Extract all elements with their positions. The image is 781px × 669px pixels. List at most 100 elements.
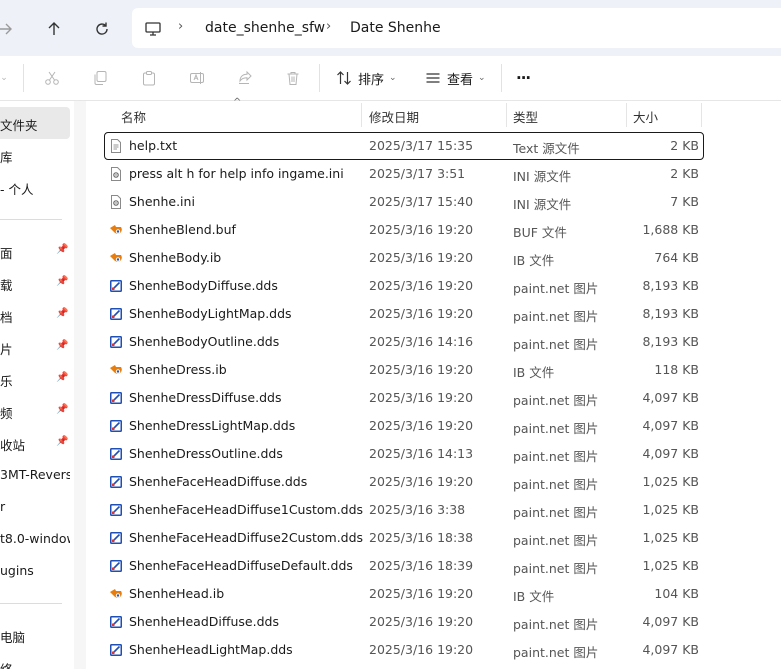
file-row[interactable]: press alt h for help info ingame.ini 2025… — [105, 161, 703, 187]
delete-icon[interactable] — [283, 68, 303, 88]
file-row[interactable]: help.txt 2025/3/17 15:35 Text 源文件 2 KB — [104, 132, 704, 160]
file-modified-date: 2025/3/16 18:38 — [369, 530, 474, 545]
file-modified-date: 2025/3/16 19:20 — [369, 278, 474, 293]
rename-icon[interactable] — [187, 68, 207, 88]
file-row[interactable]: ShenheFaceHeadDiffuse1Custom.dds 2025/3/1… — [105, 497, 703, 523]
sidebar-item-videos[interactable]: 频 📌 — [0, 395, 70, 427]
column-divider[interactable] — [361, 103, 362, 127]
file-name: Shenhe.ini — [129, 194, 195, 209]
sidebar-item-library[interactable]: 库 — [0, 139, 70, 171]
pin-icon: 📌 — [56, 436, 69, 447]
file-row[interactable]: ShenheBodyLightMap.dds 2025/3/16 19:20 pai… — [105, 301, 703, 327]
file-size: 118 KB — [654, 362, 699, 377]
breadcrumb-item-date-shenhe[interactable]: Date Shenhe — [350, 20, 441, 36]
column-header-size[interactable]: 大小 — [633, 107, 658, 133]
file-type: paint.net 图片 — [513, 449, 599, 464]
sidebar-item-label: 载 — [0, 278, 13, 293]
paste-icon[interactable] — [139, 68, 159, 88]
share-icon[interactable] — [235, 68, 255, 88]
file-modified-date: 2025/3/16 19:20 — [369, 306, 474, 321]
sidebar-item-3mt-reverse[interactable]: 3MT-Reverse — [0, 459, 70, 491]
column-header-type[interactable]: 类型 — [513, 107, 538, 133]
this-pc-icon[interactable] — [142, 18, 164, 40]
file-row[interactable]: ShenheDress.ib 2025/3/16 19:20 IB 文件 118 KB — [105, 357, 703, 383]
sidebar-item-desktop[interactable]: 面 📌 — [0, 235, 70, 267]
copy-icon[interactable] — [90, 68, 110, 88]
sort-button[interactable]: 排序 ⌄ — [336, 68, 397, 88]
file-modified-date: 2025/3/16 19:20 — [369, 390, 474, 405]
sidebar-item-network[interactable]: 络 — [0, 651, 70, 669]
sidebar-item-this-pc[interactable]: 电脑 — [0, 619, 70, 651]
file-type: paint.net 图片 — [513, 421, 599, 436]
column-divider[interactable] — [626, 103, 627, 127]
up-arrow-icon[interactable] — [43, 18, 65, 40]
cut-icon[interactable] — [42, 68, 62, 88]
file-size: 2 KB — [670, 166, 699, 181]
sidebar-item-personal[interactable]: - 个人 — [0, 171, 70, 203]
pin-icon: 📌 — [56, 244, 69, 255]
file-type: paint.net 图片 — [513, 561, 599, 576]
column-divider[interactable] — [701, 103, 702, 127]
sidebar-item-downloads[interactable]: 载 📌 — [0, 267, 70, 299]
file-type: BUF 文件 — [513, 225, 567, 240]
sidebar-item-music[interactable]: 乐 📌 — [0, 363, 70, 395]
sidebar-item-folder[interactable]: 文件夹 — [0, 107, 70, 139]
divider — [23, 64, 24, 92]
sidebar-item-label: r — [0, 499, 6, 514]
column-header-modified[interactable]: 修改日期 — [369, 107, 419, 133]
sidebar-item-t8-window[interactable]: t8.0-window — [0, 523, 70, 555]
paintnet-file-icon — [109, 279, 123, 293]
pin-icon: 📌 — [56, 308, 69, 319]
sidebar-item-documents[interactable]: 档 📌 — [0, 299, 70, 331]
file-name: ShenheBodyLightMap.dds — [129, 306, 292, 321]
file-row[interactable]: ShenheDressDiffuse.dds 2025/3/16 19:20 pai… — [105, 385, 703, 411]
file-size: 4,097 KB — [642, 390, 699, 405]
sidebar-item-label: 库 — [0, 150, 13, 165]
sidebar-item-label: 面 — [0, 246, 13, 261]
file-row[interactable]: ShenheFaceHeadDiffuse2Custom.dds 2025/3/1… — [105, 525, 703, 551]
view-button[interactable]: 查看 ⌄ — [425, 68, 486, 88]
sidebar-item-plugins[interactable]: ugins — [0, 555, 70, 587]
pin-icon: 📌 — [56, 276, 69, 287]
file-size: 1,025 KB — [642, 474, 699, 489]
file-row[interactable]: ShenheDressOutline.dds 2025/3/16 14:13 pai… — [105, 441, 703, 467]
sidebar-item-label: 乐 — [0, 374, 13, 389]
paintnet-file-icon — [109, 447, 123, 461]
sidebar-item-label: 电脑 — [0, 630, 26, 645]
column-divider[interactable] — [506, 103, 507, 127]
sidebar-item-pictures[interactable]: 片 📌 — [0, 331, 70, 363]
sidebar-item-r[interactable]: r — [0, 491, 70, 523]
file-row[interactable]: ShenheHeadLightMap.dds 2025/3/16 19:20 pai… — [105, 637, 703, 663]
pin-icon: 📌 — [56, 372, 69, 383]
file-type: Text 源文件 — [513, 141, 580, 156]
file-type: IB 文件 — [513, 253, 555, 268]
chevron-right-icon[interactable]: › — [178, 19, 183, 34]
sidebar-item-recycle-bin[interactable]: 收站 📌 — [0, 427, 70, 459]
file-row[interactable]: ShenheHeadDiffuse.dds 2025/3/16 19:20 pain… — [105, 609, 703, 635]
file-row[interactable]: ShenheBlend.buf 2025/3/16 19:20 BUF 文件 1,68… — [105, 217, 703, 243]
file-name: ShenheFaceHeadDiffuse1Custom.dds — [129, 502, 364, 517]
more-options-button[interactable]: ··· — [516, 68, 531, 88]
file-row[interactable]: Shenhe.ini 2025/3/17 15:40 INI 源文件 7 KB — [105, 189, 703, 215]
file-type: paint.net 图片 — [513, 337, 599, 352]
file-modified-date: 2025/3/17 3:51 — [369, 166, 466, 181]
file-row[interactable]: ShenheHead.ib 2025/3/16 19:20 IB 文件 104 KB — [105, 581, 703, 607]
file-row[interactable]: ShenheDressLightMap.dds 2025/3/16 19:20 pa… — [105, 413, 703, 439]
column-header-name[interactable]: 名称 — [121, 107, 146, 133]
sort-label: 排序 — [358, 72, 385, 88]
sidebar-scrollbar[interactable] — [74, 101, 86, 669]
file-row[interactable]: ShenheFaceHeadDiffuseDefault.dds 2025/3/1… — [105, 553, 703, 579]
chevron-right-icon[interactable]: › — [326, 19, 331, 34]
breadcrumb-item-date-shenhe-sfw[interactable]: date_shenhe_sfw — [205, 20, 325, 36]
refresh-icon[interactable] — [91, 18, 113, 40]
file-name: ShenheDressOutline.dds — [129, 446, 283, 461]
file-row[interactable]: ShenheBody.ib 2025/3/16 19:20 IB 文件 764 KB — [105, 245, 703, 271]
text-file-icon — [109, 139, 123, 153]
file-row[interactable]: ShenheFaceHeadDiffuse.dds 2025/3/16 19:20… — [105, 469, 703, 495]
file-size: 1,025 KB — [642, 558, 699, 573]
file-row[interactable]: ShenheBodyOutline.dds 2025/3/16 14:16 pain… — [105, 329, 703, 355]
file-row[interactable]: ShenheBodyDiffuse.dds 2025/3/16 19:20 pain… — [105, 273, 703, 299]
forward-arrow-icon[interactable] — [0, 18, 16, 40]
new-dropdown-icon[interactable]: ⌄ — [0, 68, 14, 88]
sidebar-item-label: ugins — [0, 563, 34, 578]
